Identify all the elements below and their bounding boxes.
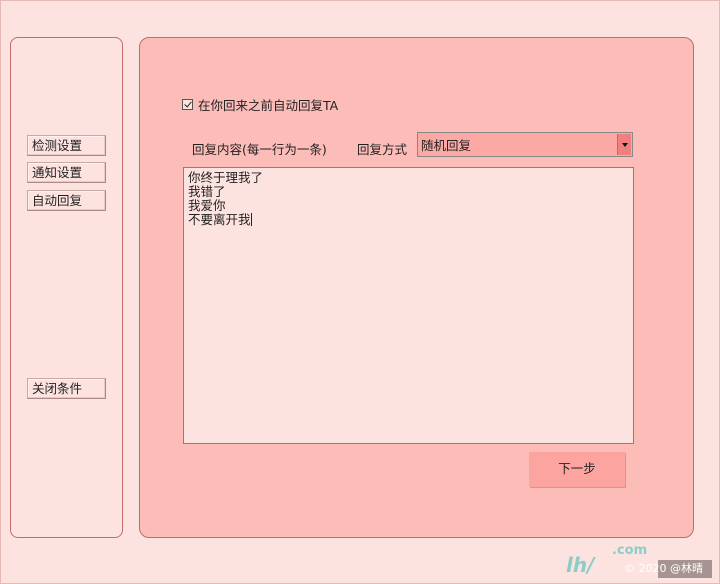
auto-reply-checkbox-label: 在你回来之前自动回复TA [198,98,339,113]
auto-reply-checkbox[interactable] [182,99,193,110]
reply-mode-select[interactable]: 随机回复 [417,132,633,157]
reply-content-textarea[interactable]: 你终于理我了 我错了 我爱你 不要离开我 [183,167,634,444]
reply-content-label: 回复内容(每一行为一条) [192,142,327,157]
sidebar-item-detection-settings[interactable]: 检测设置 [27,135,106,156]
sidebar-item-notification-settings[interactable]: 通知设置 [27,162,106,183]
main-panel: 在你回来之前自动回复TA 回复内容(每一行为一条) 回复方式 随机回复 你终于理… [139,37,694,538]
sidebar-item-close-conditions[interactable]: 关闭条件 [27,378,106,399]
reply-mode-label: 回复方式 [357,142,408,157]
watermark-logo-icon: lh/ .com © 2020 @林晴 [566,543,712,578]
sidebar-item-auto-reply[interactable]: 自动回复 [27,190,106,211]
svg-text:© 2020 @林晴: © 2020 @林晴 [624,561,703,575]
reply-content-text: 你终于理我了 我错了 我爱你 不要离开我 [188,170,264,227]
svg-text:.com: .com [612,543,647,558]
auto-reply-checkbox-row[interactable]: 在你回来之前自动回复TA [182,95,338,114]
sidebar: 检测设置 通知设置 自动回复 关闭条件 [10,37,123,538]
next-step-button[interactable]: 下一步 [529,452,625,487]
text-caret [250,213,252,226]
chevron-down-icon[interactable] [617,134,631,155]
reply-mode-selected-value: 随机回复 [421,138,472,153]
svg-text:lh/: lh/ [566,553,596,577]
